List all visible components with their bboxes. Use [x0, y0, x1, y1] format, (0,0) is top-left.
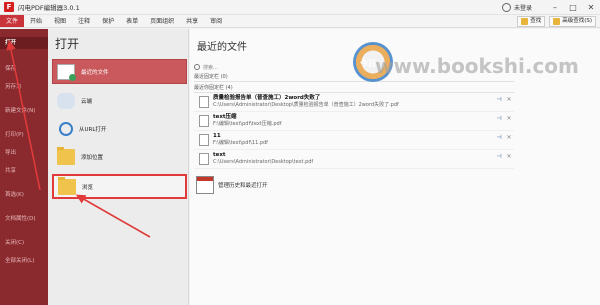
recent-files-title: 最近的文件: [197, 42, 247, 53]
globe-icon: [59, 121, 73, 136]
sidebar-item-preferences[interactable]: 首选(K): [0, 189, 48, 201]
remove-icon[interactable]: ✕: [504, 151, 514, 163]
sidebar-item-share[interactable]: 共享: [0, 165, 48, 177]
sidebar-item-print[interactable]: 打印(P): [0, 129, 48, 141]
file-path: F:\编辑\text\pdf\text压缩.pdf: [213, 121, 282, 127]
open-option-recent-files[interactable]: 最近的文件: [52, 59, 187, 84]
watermark-text: www.bookshi.com: [375, 54, 579, 78]
file-icon: [199, 115, 209, 127]
manage-history-button[interactable]: 管理历史和最近打开: [194, 173, 394, 197]
manage-history-label: 管理历史和最近打开: [218, 183, 268, 189]
sidebar-item-save-as[interactable]: 另存为: [0, 81, 48, 93]
file-name: text: [213, 152, 226, 158]
app-title: 闪电PDF编辑器3.0.1: [18, 4, 80, 12]
remove-icon[interactable]: ✕: [504, 94, 514, 106]
sidebar-item-close[interactable]: 关闭(C): [0, 237, 48, 249]
menu-forms[interactable]: 表单: [120, 15, 144, 27]
app-logo-icon: F: [4, 2, 14, 12]
menu-start[interactable]: 开始: [24, 15, 48, 27]
sidebar-item-open[interactable]: 打开: [0, 37, 48, 49]
user-avatar-icon[interactable]: [501, 3, 511, 12]
recent-files-icon: [57, 63, 76, 81]
file-path: F:\编辑\text\pdf\11.pdf: [213, 140, 268, 146]
advanced-find-label: 高级查找(S): [562, 18, 592, 24]
pin-icon[interactable]: ⊣: [494, 151, 504, 163]
pin-icon[interactable]: ⊣: [494, 113, 504, 125]
file-icon: [199, 96, 209, 108]
sidebar-item-close-all[interactable]: 全部关闭(L): [0, 255, 48, 267]
open-panel: 打开 最近的文件 云端 从URL打开 添加位置 浏览: [48, 29, 189, 305]
add-folder-icon: [57, 146, 75, 165]
menu-review[interactable]: 审阅: [204, 15, 228, 27]
open-option-label: 浏览: [82, 184, 94, 191]
advanced-find-icon: [553, 18, 561, 25]
recent-file-row[interactable]: 11 F:\编辑\text\pdf\11.pdf ⊣ ✕: [194, 132, 514, 150]
cloud-icon: [57, 92, 75, 109]
recent-group-header[interactable]: 最近你固定栏 (4): [194, 83, 514, 93]
remove-icon[interactable]: ✕: [504, 132, 514, 144]
open-option-add-place[interactable]: 添加位置: [52, 144, 187, 169]
search-placeholder: 搜索...: [203, 64, 218, 71]
menu-protect[interactable]: 保护: [96, 15, 120, 27]
sidebar-item-doc-properties[interactable]: 文档属性(D): [0, 213, 48, 225]
find-icon: [521, 18, 529, 25]
recent-file-row[interactable]: text压缩 F:\编辑\text\pdf\text压缩.pdf ⊣ ✕: [194, 113, 514, 131]
menu-file[interactable]: 文件: [0, 15, 25, 27]
restore-button[interactable]: □: [564, 0, 582, 15]
find-label: 查找: [530, 18, 542, 24]
recent-file-row[interactable]: 质量检验报告单（普查施工）2word失败了 C:\Users\Administr…: [194, 94, 514, 112]
file-name: text压缩: [213, 114, 237, 120]
menu-page-organize[interactable]: 页面组织: [144, 15, 180, 27]
sidebar-item-export[interactable]: 导出: [0, 147, 48, 159]
watermark-logo-text: 今日: [360, 59, 376, 68]
advanced-find-button[interactable]: 高级查找(S): [549, 16, 596, 27]
pin-icon[interactable]: ⊣: [494, 132, 504, 144]
open-option-label: 从URL打开: [79, 126, 107, 133]
open-panel-title: 打开: [55, 37, 80, 51]
menu-annotate[interactable]: 注释: [72, 15, 96, 27]
open-option-label: 添加位置: [81, 154, 104, 161]
calendar-icon: [196, 176, 214, 194]
open-option-cloud[interactable]: 云端: [52, 88, 187, 113]
sidebar-item-save[interactable]: 保存: [0, 63, 48, 75]
folder-icon: [58, 176, 76, 195]
file-path: C:\Users\Administrator\Desktop\质量检验报告单（普…: [213, 102, 399, 108]
file-icon: [199, 153, 209, 165]
file-name: 质量检验报告单（普查施工）2word失败了: [213, 95, 321, 101]
close-button[interactable]: ✕: [582, 0, 600, 15]
file-icon: [199, 134, 209, 146]
menu-view[interactable]: 视图: [48, 15, 72, 27]
open-option-browse[interactable]: 浏览: [52, 174, 187, 199]
minimize-button[interactable]: –: [546, 0, 564, 15]
open-option-label: 最近的文件: [81, 69, 109, 76]
menu-share[interactable]: 共享: [180, 15, 204, 27]
title-bar: F 闪电PDF编辑器3.0.1 未登录 – □ ✕: [0, 0, 600, 15]
file-name: 11: [213, 133, 221, 139]
recent-file-row[interactable]: text C:\Users\Administrator\Desktop\text…: [194, 151, 514, 169]
pin-icon[interactable]: ⊣: [494, 94, 504, 106]
open-option-url[interactable]: 从URL打开: [52, 116, 187, 141]
remove-icon[interactable]: ✕: [504, 113, 514, 125]
find-button[interactable]: 查找: [517, 16, 546, 27]
menu-bar: 文件 开始 视图 注释 保护 表单 页面组织 共享 审阅 查找 高级查找(S): [0, 15, 600, 28]
search-icon: [194, 64, 200, 70]
login-status[interactable]: 未登录: [514, 3, 532, 12]
open-option-label: 云端: [81, 98, 93, 105]
sidebar-item-new[interactable]: 新建文件(N): [0, 105, 48, 117]
backstage-sidebar: 打开 保存 另存为 新建文件(N) 打印(P) 导出 共享 首选(K) 文档属性…: [0, 29, 48, 305]
file-path: C:\Users\Administrator\Desktop\text.pdf: [213, 159, 314, 165]
